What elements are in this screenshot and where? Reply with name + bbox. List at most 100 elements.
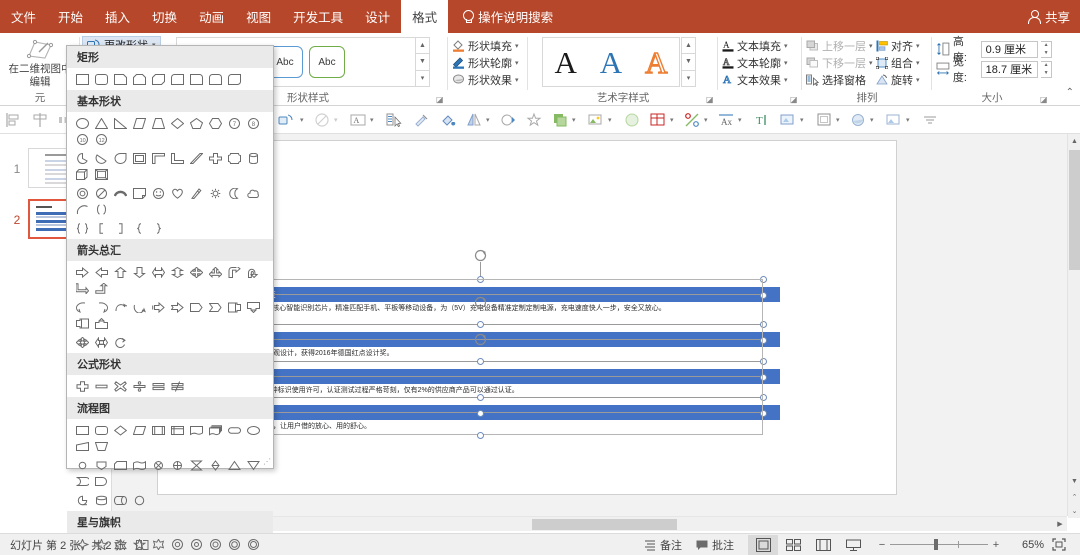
star-icon[interactable] xyxy=(526,112,542,128)
shape-styles-dialog-launcher[interactable]: ◪ xyxy=(436,95,445,104)
shape-sun[interactable] xyxy=(206,185,225,201)
comments-button[interactable]: 批注 xyxy=(696,537,734,553)
shape-lightning-bolt[interactable] xyxy=(187,185,206,201)
shape-up-down-arrow[interactable] xyxy=(168,264,187,280)
height-input[interactable]: 0.9 厘米 xyxy=(980,40,1039,58)
shape-down-arrow-callout[interactable] xyxy=(244,299,263,315)
view-reading-button[interactable] xyxy=(808,535,838,555)
shape-row[interactable]: 7 8 10 12 xyxy=(67,112,273,150)
shape-star-5[interactable] xyxy=(92,536,111,552)
flowchart-direct-access[interactable] xyxy=(111,492,130,508)
vertical-scrollbar[interactable]: ▲ ▼ ⌃ ⌄ xyxy=(1067,134,1080,518)
flowchart-display[interactable] xyxy=(130,492,149,508)
text-box-icon[interactable]: A xyxy=(350,112,366,128)
gallery-down-icon[interactable]: ▼ xyxy=(415,53,430,70)
chevron-down-icon[interactable]: ▾ xyxy=(836,116,840,124)
shape-multiply[interactable] xyxy=(111,378,130,394)
shape-oval[interactable] xyxy=(73,115,92,131)
shape-arc[interactable] xyxy=(73,201,92,217)
shape-parallelogram[interactable] xyxy=(130,115,149,131)
shape-quad-arrow-callout[interactable] xyxy=(73,334,92,350)
collapse-ribbon-button[interactable]: ⌃ xyxy=(1066,87,1074,98)
edit-2d-icon[interactable] xyxy=(26,39,54,61)
shape-star-7[interactable] xyxy=(130,536,149,552)
flowchart-internal-storage[interactable] xyxy=(168,422,187,438)
zoom-track[interactable] xyxy=(890,539,988,550)
shape-teardrop[interactable] xyxy=(111,150,130,166)
flowchart-or[interactable] xyxy=(168,457,187,473)
shape-gallery-scroll[interactable]: ▲ ▼ ▾ xyxy=(415,37,430,87)
shape-row[interactable] xyxy=(67,185,273,220)
shape-row[interactable] xyxy=(67,533,273,555)
shape-chevron[interactable] xyxy=(206,299,225,315)
shape-row[interactable] xyxy=(67,299,273,334)
shape-pie[interactable] xyxy=(73,150,92,166)
shape-right-triangle[interactable] xyxy=(111,115,130,131)
shape-left-arrow-callout[interactable] xyxy=(73,315,92,331)
wordart-gallery[interactable]: A A A xyxy=(542,37,680,87)
share-button[interactable]: 共享 xyxy=(1028,0,1070,33)
text-styles-dialog-launcher[interactable]: ◪ xyxy=(790,95,799,104)
flowchart-sort[interactable] xyxy=(206,457,225,473)
shape-no-symbol[interactable] xyxy=(92,185,111,201)
shape-not-equal[interactable] xyxy=(168,378,187,394)
tab-developer[interactable]: 开发工具 xyxy=(282,0,354,33)
text-fill-button[interactable]: A 文本填充 ▾ xyxy=(720,37,788,54)
shape-star-6[interactable] xyxy=(111,536,130,552)
shape-cube[interactable] xyxy=(73,166,92,182)
stepper-up-icon[interactable]: ▲ xyxy=(1041,62,1051,70)
shape-row[interactable] xyxy=(67,150,273,185)
gallery-up-icon[interactable]: ▲ xyxy=(681,37,696,54)
shape-color-icon[interactable] xyxy=(552,112,568,128)
zoom-in-button[interactable]: + xyxy=(988,539,1004,551)
vertical-scroll-thumb[interactable] xyxy=(1069,150,1080,270)
stepper-down-icon[interactable]: ▼ xyxy=(1041,49,1051,57)
shape-plus[interactable] xyxy=(73,378,92,394)
width-input[interactable]: 18.7 厘米 xyxy=(980,60,1039,78)
view-normal-button[interactable] xyxy=(748,534,778,555)
text-outline-button[interactable]: A 文本轮廓 ▾ xyxy=(720,54,788,71)
shape-left-right-arrow-callout[interactable] xyxy=(92,334,111,350)
gallery-more-icon[interactable]: ▾ xyxy=(415,69,430,87)
shape-heptagon[interactable]: 7 xyxy=(225,115,244,131)
flowchart-extract[interactable] xyxy=(225,457,244,473)
flowchart-summing-junction[interactable] xyxy=(149,457,168,473)
bring-forward-button[interactable]: 上移一层 ▾ xyxy=(804,37,873,54)
resize-grip-icon[interactable]: ⋰ xyxy=(263,457,271,466)
shape-diagonal-stripe[interactable] xyxy=(187,150,206,166)
shape-star-16[interactable] xyxy=(206,536,225,552)
shape-l-shape[interactable] xyxy=(168,150,187,166)
chevron-down-icon[interactable]: ▾ xyxy=(608,116,612,124)
flowchart-multidocument[interactable] xyxy=(206,422,225,438)
shape-right-bracket[interactable] xyxy=(111,220,130,236)
shape-moon[interactable] xyxy=(225,185,244,201)
chevron-down-icon[interactable]: ▾ xyxy=(704,116,708,124)
shape-can[interactable] xyxy=(244,150,263,166)
shape-double-bracket[interactable] xyxy=(92,201,111,217)
wordart-dialog-launcher[interactable]: ◪ xyxy=(706,95,715,104)
shape-rectangle[interactable] xyxy=(73,71,92,87)
shape-curved-left-arrow[interactable] xyxy=(92,299,111,315)
shape-row[interactable] xyxy=(67,220,273,239)
text-effects-button[interactable]: A 文本效果 ▾ xyxy=(720,71,788,88)
flowchart-punched-tape[interactable] xyxy=(130,457,149,473)
height-stepper[interactable]: ▲ ▼ xyxy=(1041,40,1052,58)
shape-snip-diagonal[interactable] xyxy=(149,71,168,87)
rotate-button[interactable]: 旋转 ▾ xyxy=(874,71,920,88)
shape-star-8[interactable] xyxy=(149,536,168,552)
flowchart-preparation[interactable] xyxy=(244,422,263,438)
shape-quad-arrow[interactable] xyxy=(187,264,206,280)
chevron-down-icon[interactable]: ▾ xyxy=(800,116,804,124)
shape-left-up-arrow[interactable] xyxy=(73,280,92,296)
shape-round-single-corner[interactable] xyxy=(187,71,206,87)
flowchart-predefined-process[interactable] xyxy=(149,422,168,438)
circle-outline-icon[interactable] xyxy=(624,112,640,128)
zoom-slider[interactable]: − + xyxy=(874,539,1004,551)
shape-up-arrow[interactable] xyxy=(111,264,130,280)
shape-right-brace[interactable] xyxy=(149,220,168,236)
flowchart-process[interactable] xyxy=(73,422,92,438)
shape-gallery-dropdown[interactable]: 矩形 基本形状 7 8 10 12 箭头总汇 公式形状 流程图 星与旗帜 ⋰ xyxy=(66,45,274,555)
wordart-swatch[interactable]: A xyxy=(554,47,576,78)
shape-cross[interactable] xyxy=(206,150,225,166)
shape-outline-button[interactable]: 形状轮廓 ▾ xyxy=(450,54,519,71)
